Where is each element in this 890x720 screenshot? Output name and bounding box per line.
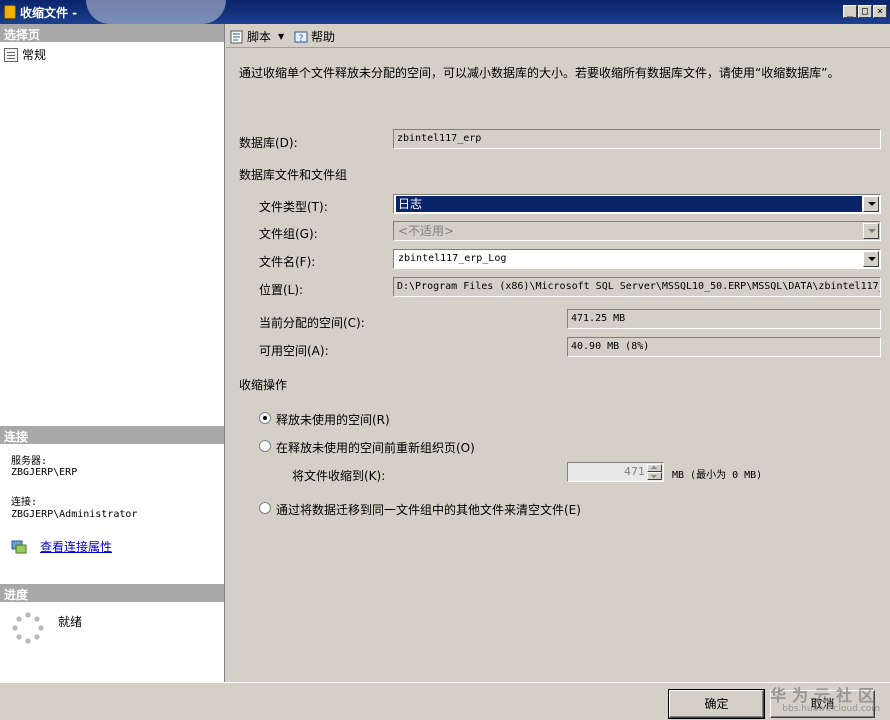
server-value: ZBGJERP\ERP bbox=[11, 467, 78, 478]
stepper-down-icon bbox=[647, 472, 662, 480]
toolbar: 脚本 ▼ ? 帮助 bbox=[226, 24, 890, 48]
help-button[interactable]: ? 帮助 bbox=[294, 28, 335, 45]
location-label: 位置(L): bbox=[259, 283, 304, 297]
ok-button[interactable]: 确定 bbox=[668, 689, 765, 719]
file-type-select[interactable]: 日志 bbox=[393, 194, 881, 214]
svg-text:?: ? bbox=[299, 34, 304, 44]
connection-value: ZBGJERP\Administrator bbox=[11, 509, 138, 520]
connection-header: 连接 bbox=[0, 426, 224, 444]
button-bar: 确定 取消 bbox=[0, 682, 890, 720]
progress-status: 就绪 bbox=[58, 615, 83, 629]
chevron-down-icon[interactable] bbox=[863, 196, 879, 212]
nav-item-label: 常规 bbox=[22, 48, 47, 62]
available-space-label: 可用空间(A): bbox=[259, 344, 329, 358]
available-space-field: 40.90 MB (8%) bbox=[567, 337, 881, 357]
progress-header: 进度 bbox=[0, 584, 224, 602]
title-bar: 收缩文件 - _ □ × bbox=[0, 0, 890, 24]
connection-properties-icon bbox=[11, 540, 27, 554]
script-button[interactable]: 脚本 ▼ bbox=[230, 28, 284, 45]
close-button[interactable]: × bbox=[873, 5, 887, 18]
help-icon: ? bbox=[294, 31, 308, 44]
description-text: 通过收缩单个文件释放未分配的空间，可以减小数据库的大小。若要收缩所有数据库文件，… bbox=[239, 66, 840, 80]
empty-file-label[interactable]: 通过将数据迁移到同一文件组中的其他文件来清空文件(E) bbox=[276, 501, 581, 518]
reorganize-label[interactable]: 在释放未使用的空间前重新组织页(O) bbox=[276, 439, 475, 456]
select-page-header: 选择页 bbox=[0, 24, 224, 42]
form-content: 通过收缩单个文件释放未分配的空间，可以减小数据库的大小。若要收缩所有数据库文件，… bbox=[226, 48, 890, 682]
maximize-button[interactable]: □ bbox=[858, 5, 872, 18]
database-icon bbox=[4, 5, 16, 19]
general-page-icon bbox=[4, 47, 18, 62]
release-unused-label[interactable]: 释放未使用的空间(R) bbox=[276, 411, 390, 428]
progress-spinner-icon bbox=[12, 612, 44, 644]
shrink-to-unit: MB (最小为 0 MB) bbox=[672, 470, 763, 481]
script-icon bbox=[230, 30, 243, 43]
filegroup-select: <不适用> bbox=[393, 221, 881, 241]
empty-file-radio[interactable] bbox=[259, 502, 271, 514]
shrink-to-label: 将文件收缩到(K): bbox=[292, 469, 386, 483]
shrink-to-value: 471 bbox=[624, 465, 645, 478]
script-label: 脚本 bbox=[247, 30, 272, 44]
reorganize-radio[interactable] bbox=[259, 440, 271, 452]
chevron-down-icon bbox=[863, 223, 879, 239]
watermark: 华为云社区 bbs.huaweicloud.com bbox=[770, 682, 880, 714]
file-name-label: 文件名(F): bbox=[259, 255, 316, 269]
stepper-up-icon bbox=[647, 464, 662, 472]
database-label: 数据库(D): bbox=[239, 136, 298, 150]
watermark-title: 华为云社区 bbox=[769, 686, 880, 705]
chevron-down-icon: ▼ bbox=[278, 32, 285, 41]
left-pane: 选择页 常规 连接 服务器: ZBGJERP\ERP 连接: ZBGJERP\A… bbox=[0, 24, 225, 682]
allocated-space-label: 当前分配的空间(C): bbox=[259, 316, 365, 330]
release-unused-radio[interactable] bbox=[259, 412, 271, 424]
filegroup-value: <不适用> bbox=[398, 224, 455, 238]
connection-label: 连接: bbox=[11, 497, 38, 508]
allocated-space-field: 471.25 MB bbox=[567, 309, 881, 329]
file-type-label: 文件类型(T): bbox=[259, 200, 328, 214]
file-name-select[interactable]: zbintel117_erp_Log bbox=[393, 249, 881, 269]
shrink-to-stepper: 471 bbox=[567, 462, 664, 482]
file-name-value: zbintel117_erp_Log bbox=[398, 253, 507, 264]
minimize-button[interactable]: _ bbox=[843, 5, 857, 18]
files-section-label: 数据库文件和文件组 bbox=[239, 168, 348, 182]
file-type-value: 日志 bbox=[396, 196, 862, 212]
shrink-action-label: 收缩操作 bbox=[239, 378, 288, 392]
window-title: 收缩文件 - bbox=[20, 6, 78, 20]
redacted-region bbox=[86, 0, 226, 24]
help-label: 帮助 bbox=[311, 30, 336, 44]
chevron-down-icon[interactable] bbox=[863, 251, 879, 267]
filegroup-label: 文件组(G): bbox=[259, 227, 318, 241]
view-connection-properties-link[interactable]: 查看连接属性 bbox=[40, 538, 112, 555]
nav-item-general[interactable]: 常规 bbox=[4, 46, 46, 63]
watermark-url: bbs.huaweicloud.com bbox=[782, 704, 880, 714]
location-field: D:\Program Files (x86)\Microsoft SQL Ser… bbox=[393, 277, 881, 297]
database-field: zbintel117_erp bbox=[393, 129, 881, 149]
